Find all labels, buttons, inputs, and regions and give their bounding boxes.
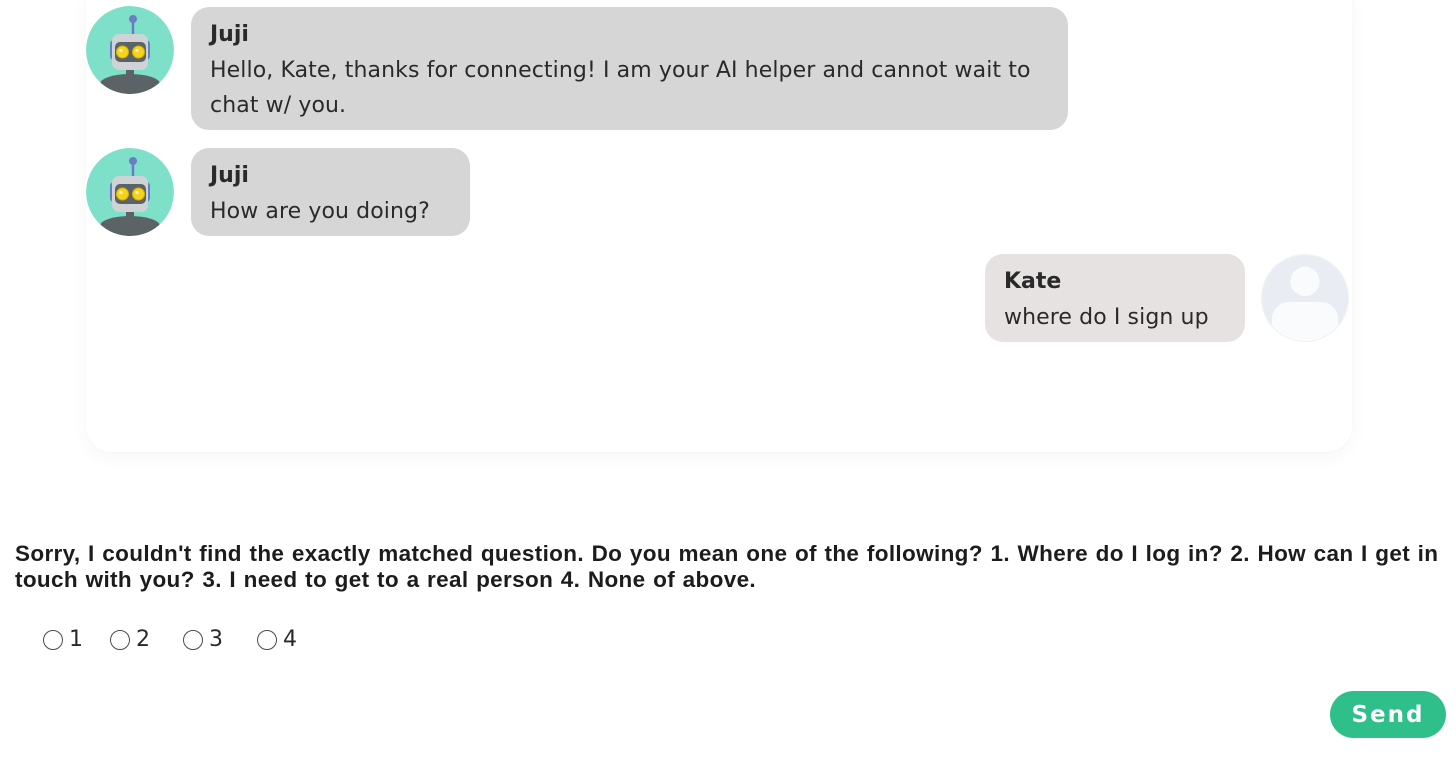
bot-message-bubble: Juji Hello, Kate, thanks for connecting!… [191,7,1068,130]
option-label: 3 [209,627,223,652]
option-4[interactable]: 4 [257,624,297,656]
option-label: 2 [136,627,150,652]
option-label: 4 [283,627,297,652]
message-text: How are you doing? [210,199,430,224]
radio-button[interactable] [257,630,277,650]
message-text: Hello, Kate, thanks for connecting! I am… [210,58,1031,118]
robot-avatar-icon [86,148,174,236]
robot-avatar-icon [86,6,174,94]
bot-message-bubble: Juji How are you doing? [191,148,470,236]
option-2[interactable]: 2 [110,624,150,656]
message-text: where do I sign up [1004,305,1209,330]
radio-button[interactable] [43,630,63,650]
radio-button[interactable] [110,630,130,650]
user-silhouette-icon [1261,254,1349,342]
message-sender: Juji [210,22,249,47]
option-1[interactable]: 1 [43,624,83,656]
send-button[interactable]: Send [1330,691,1446,738]
option-3[interactable]: 3 [183,624,223,656]
message-sender: Juji [210,163,249,188]
message-sender: Kate [1004,269,1062,294]
user-message-bubble: Kate where do I sign up [985,254,1245,342]
option-label: 1 [69,627,83,652]
bot-question-text: Sorry, I couldn't find the exactly match… [15,541,1439,592]
radio-button[interactable] [183,630,203,650]
